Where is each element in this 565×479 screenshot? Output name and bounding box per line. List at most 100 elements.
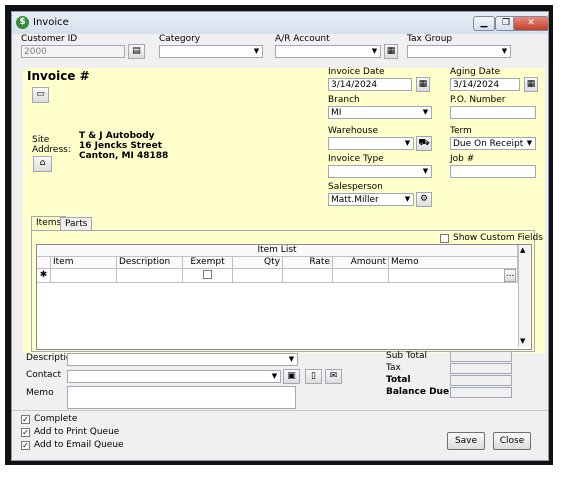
memo-ellipsis-button[interactable]: ...	[504, 269, 516, 282]
invoice-type-label: Invoice Type	[328, 154, 384, 164]
warehouse-label: Warehouse	[328, 126, 379, 136]
branch-select[interactable]: MI ▼	[328, 106, 432, 119]
minimize-button[interactable]: ▁	[473, 16, 495, 31]
cell-exempt[interactable]	[183, 269, 233, 283]
balance-due-label: Balance Due	[386, 387, 450, 397]
chevron-down-icon: ▼	[288, 355, 295, 363]
chevron-down-icon: ▼	[404, 195, 411, 203]
salesperson-select[interactable]: Matt.Miller ▼	[328, 193, 414, 206]
email-queue-checkbox[interactable]: ✓	[21, 441, 30, 450]
show-custom-fields-label: Show Custom Fields	[453, 233, 543, 243]
category-label: Category	[159, 34, 201, 44]
balance-due-value	[450, 387, 512, 398]
column-header-qty[interactable]: Qty	[233, 257, 283, 269]
truck-icon[interactable]: ⛟	[416, 136, 432, 151]
term-select[interactable]: Due On Receipt ▼	[450, 137, 536, 150]
contact-notes-icon[interactable]: ▯	[305, 369, 322, 384]
cell-memo[interactable]: ...	[389, 269, 518, 283]
new-row-marker: ✱	[37, 269, 51, 283]
salesperson-label: Salesperson	[328, 182, 383, 192]
column-header-item[interactable]: Item	[51, 257, 117, 269]
title-bar: $ Invoice ▁ ❐ ✕	[12, 12, 549, 34]
save-button[interactable]: Save	[447, 432, 485, 450]
cell-rate[interactable]	[283, 269, 333, 283]
memo-input[interactable]	[67, 386, 296, 409]
close-button[interactable]: Close	[493, 432, 531, 450]
window-title: Invoice	[33, 17, 69, 28]
tax-group-label: Tax Group	[407, 34, 453, 44]
divider	[12, 410, 548, 411]
complete-label: Complete	[34, 414, 78, 424]
invoice-type-select[interactable]: ▼	[328, 165, 432, 178]
address-line-1: T & J Autobody	[79, 131, 155, 141]
chevron-down-icon: ▼	[501, 47, 508, 55]
chevron-down-icon: ▼	[422, 167, 429, 175]
items-tab-panel: Show Custom Fields Item List Item Descri…	[31, 230, 543, 352]
home-icon[interactable]: ⌂	[33, 156, 52, 172]
memo-label: Memo	[26, 388, 54, 398]
description-select[interactable]: ▼	[67, 353, 298, 366]
scroll-up-icon[interactable]: ▲	[520, 246, 525, 254]
ar-account-select[interactable]: ▼	[275, 45, 381, 58]
invoice-number-title: Invoice #	[27, 69, 90, 83]
chevron-down-icon: ▼	[371, 47, 378, 55]
email-icon[interactable]: ✉	[325, 369, 342, 384]
chevron-down-icon: ▼	[253, 47, 260, 55]
invoice-date-label: Invoice Date	[328, 67, 385, 77]
column-header-memo[interactable]: Memo	[389, 257, 518, 269]
column-header-rate[interactable]: Rate	[283, 257, 333, 269]
cell-description[interactable]	[117, 269, 183, 283]
sub-total-label: Sub Total	[386, 351, 428, 361]
column-header-description[interactable]: Description	[117, 257, 183, 269]
row-header-corner	[37, 257, 51, 269]
close-window-button[interactable]: ✕	[513, 16, 549, 31]
customer-id-input[interactable]: 2000	[21, 45, 125, 58]
contact-card-icon[interactable]: ▣	[283, 369, 300, 384]
complete-checkbox[interactable]: ✓	[21, 415, 30, 424]
cell-amount[interactable]	[333, 269, 389, 283]
tax-group-select[interactable]: ▼	[407, 45, 511, 58]
address-line-2: 16 Jencks Street	[79, 141, 163, 151]
calendar-icon[interactable]: ▦	[524, 77, 538, 92]
column-header-exempt[interactable]: Exempt	[183, 257, 233, 269]
grid-scrollbar[interactable]: ▲ ▼	[518, 245, 530, 347]
chevron-down-icon: ▼	[404, 139, 411, 147]
item-list-caption: Item List	[37, 245, 518, 257]
print-queue-checkbox[interactable]: ✓	[21, 428, 30, 437]
customer-lookup-icon[interactable]: ▤	[128, 44, 145, 59]
warehouse-select[interactable]: ▼	[328, 137, 414, 150]
term-value: Due On Receipt	[453, 139, 524, 149]
po-number-label: P.O. Number	[450, 95, 506, 105]
address-line-3: Canton, MI 48188	[79, 151, 169, 161]
exempt-checkbox[interactable]	[203, 270, 212, 279]
calculator-icon[interactable]: ▦	[384, 44, 398, 59]
show-custom-fields-checkbox[interactable]	[440, 234, 449, 243]
invoice-window: $ Invoice ▁ ❐ ✕ Customer ID 2000 ▤ Categ…	[11, 11, 549, 461]
tab-parts[interactable]: Parts	[60, 217, 93, 231]
job-input[interactable]	[450, 165, 536, 178]
contact-label: Contact	[26, 370, 62, 380]
salesperson-value: Matt.Miller	[331, 195, 379, 205]
total-value	[450, 375, 512, 386]
category-select[interactable]: ▼	[159, 45, 263, 58]
chevron-down-icon: ▼	[422, 108, 429, 116]
column-header-amount[interactable]: Amount	[333, 257, 389, 269]
branch-value: MI	[331, 108, 342, 118]
sub-total-value	[450, 351, 512, 362]
email-queue-label: Add to Email Queue	[34, 440, 124, 450]
chevron-down-icon: ▼	[526, 139, 533, 147]
aging-date-input[interactable]: 3/14/2024	[450, 78, 520, 91]
contact-select[interactable]: ▼	[67, 370, 281, 383]
invoice-date-input[interactable]: 3/14/2024	[328, 78, 412, 91]
total-label: Total	[386, 375, 411, 385]
cell-item[interactable]	[51, 269, 117, 283]
add-salesperson-icon[interactable]: ⚙	[416, 192, 432, 207]
scroll-down-icon[interactable]: ▼	[520, 337, 525, 345]
tax-value	[450, 363, 512, 374]
ar-account-label: A/R Account	[275, 34, 330, 44]
calendar-icon[interactable]: ▦	[416, 77, 430, 92]
invoice-number-icon[interactable]: ▭	[32, 87, 49, 103]
cell-qty[interactable]	[233, 269, 283, 283]
po-number-input[interactable]	[450, 106, 536, 119]
print-queue-label: Add to Print Queue	[34, 427, 120, 437]
